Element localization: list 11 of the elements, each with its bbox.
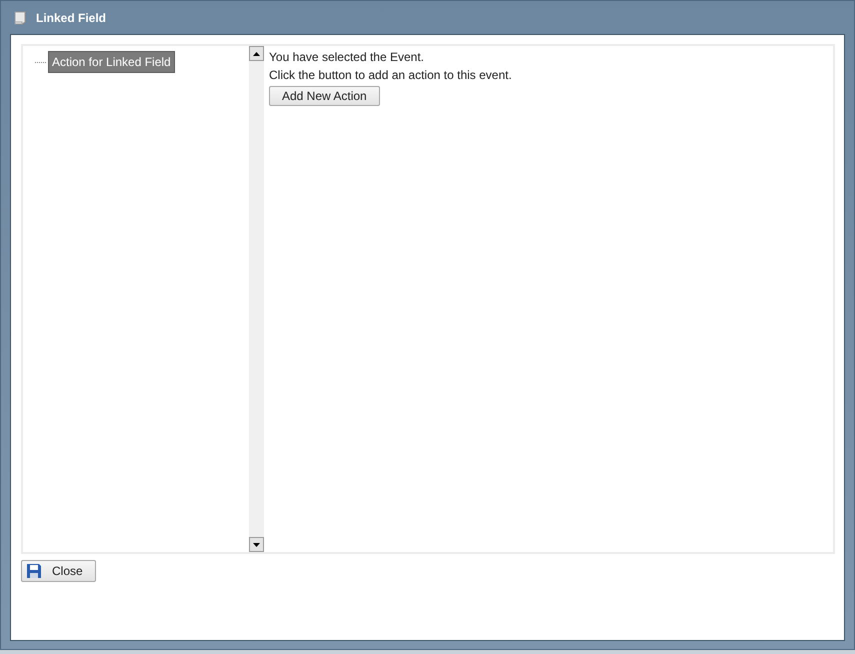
scroll-up-button[interactable]: [249, 46, 264, 61]
tree-item[interactable]: Action for Linked Field: [48, 51, 175, 73]
info-text: Click the button to add an action to this event.: [269, 68, 513, 83]
info-text: You have selected the Event.: [269, 50, 426, 65]
scroll-down-button[interactable]: [249, 537, 264, 552]
window-title: Linked Field: [36, 10, 106, 24]
scroll-icon: [12, 10, 28, 26]
close-button[interactable]: Close: [21, 560, 96, 582]
add-action-button[interactable]: Add New Action: [269, 86, 380, 106]
up-triangle-icon: [253, 52, 260, 56]
down-triangle-icon: [253, 542, 260, 546]
